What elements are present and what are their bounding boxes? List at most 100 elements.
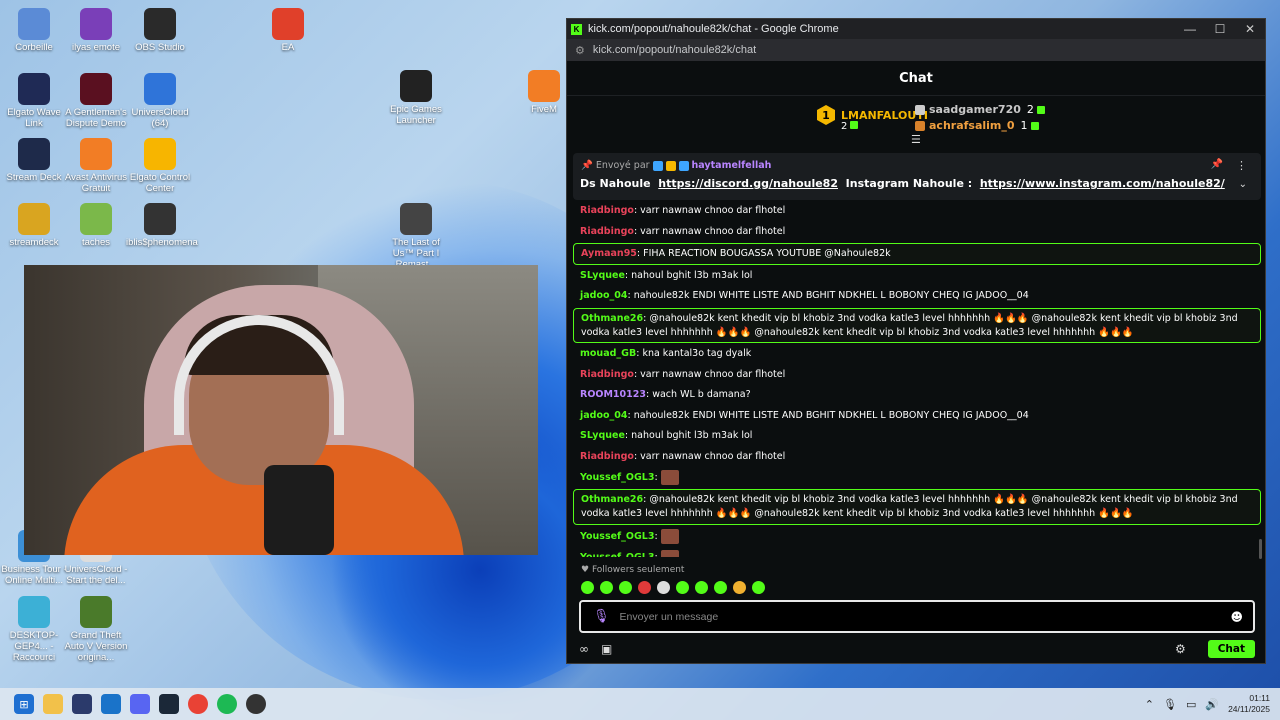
app-icon (18, 138, 50, 170)
emote-icon[interactable] (657, 581, 670, 594)
chrome-icon[interactable] (188, 694, 208, 714)
chat-username[interactable]: Youssef_OGL3 (580, 552, 654, 557)
unpin-icon[interactable]: 📌 (1211, 159, 1223, 170)
chat-username[interactable]: jadoo_04 (580, 410, 628, 421)
discord-link[interactable]: https://discord.gg/nahoule82 (658, 177, 838, 190)
volume-icon[interactable]: 🔊 (1205, 698, 1219, 711)
send-chat-button[interactable]: Chat (1207, 640, 1255, 658)
emote-icon (660, 549, 679, 557)
app-icon (144, 138, 176, 170)
chat-messages: Riadbingo: varr nawnaw chnoo dar flhotel… (573, 201, 1261, 557)
desktop-icon[interactable]: EA (254, 8, 322, 54)
app-icon (528, 70, 560, 102)
chat-input-box[interactable]: 🎙 ☻ (579, 600, 1255, 633)
points-infinity-icon[interactable]: ∞ (579, 642, 589, 656)
desktop-icon-label: Epic Games Launcher (390, 104, 442, 126)
windows-start-icon[interactable]: ⊞ (14, 694, 34, 714)
chat-username[interactable]: SLyquee (580, 270, 625, 281)
chat-username[interactable]: Riadbingo (580, 205, 634, 216)
gift-leaderboard: 1 LMANFALOUTI 2 saadgamer720 2 achrafsal… (567, 97, 1267, 149)
store-icon[interactable]: ▣ (601, 642, 612, 656)
desktop-icon[interactable]: Epic Games Launcher (382, 70, 450, 127)
chat-message-text: nahoul bghit l3b m3ak lol (631, 430, 753, 442)
scrollbar[interactable] (1259, 539, 1262, 559)
desktop-icon[interactable]: The Last of Us™ Part I Remast... (382, 203, 450, 271)
desktop-icon[interactable]: Elgato Wave Link (0, 73, 68, 130)
desktop-icon[interactable]: streamdeck (0, 203, 68, 249)
chat-message-input[interactable] (619, 610, 1231, 623)
chat-username[interactable]: jadoo_04 (580, 290, 628, 301)
chat-username[interactable]: ROOM10123 (580, 389, 646, 400)
desktop-icon[interactable]: taches (62, 203, 130, 249)
emote-icon[interactable] (600, 581, 613, 594)
chat-message-text: nahoul bghit l3b m3ak lol (631, 269, 753, 281)
minimize-button[interactable]: — (1175, 22, 1205, 36)
chat-username[interactable]: Othmane26 (581, 313, 643, 324)
chat-username[interactable]: mouad_GB (580, 348, 636, 359)
chat-username[interactable]: Aymaan95 (581, 248, 637, 259)
clock[interactable]: 01:11 24/11/2025 (1228, 693, 1270, 716)
emote-icon[interactable] (733, 581, 746, 594)
leaderboard-top[interactable]: 1 LMANFALOUTI 2 (817, 105, 928, 132)
desktop-icon[interactable]: Avast Antivirus Gratuit (62, 138, 130, 195)
quick-emotes (581, 581, 765, 594)
desktop-icon-label: Grand Theft Auto V Version origina... (64, 630, 128, 663)
collapse-leaderboard-icon[interactable]: ☰ (911, 133, 921, 146)
emote-icon[interactable] (581, 581, 594, 594)
microphone-icon[interactable]: 🎙 (593, 609, 610, 624)
discord-icon[interactable] (130, 694, 150, 714)
chat-message: Riadbingo: varr nawnaw chnoo dar flhotel (580, 368, 786, 380)
close-button[interactable]: ✕ (1235, 22, 1265, 36)
emote-icon[interactable] (714, 581, 727, 594)
emote-icon[interactable] (619, 581, 632, 594)
system-tray: ⌃ 🎙 ▭ 🔊 01:11 24/11/2025 (1145, 688, 1270, 720)
leaderboard-second[interactable]: saadgamer720 2 (915, 103, 1045, 116)
desktop-icon[interactable]: Corbeille (0, 8, 68, 54)
sent-by-label: Envoyé par (595, 160, 650, 171)
emote-icon[interactable] (695, 581, 708, 594)
maximize-button[interactable]: ☐ (1205, 22, 1235, 36)
desktop-icon[interactable]: Elgato Control Center (126, 138, 194, 195)
file-explorer-icon[interactable] (43, 694, 63, 714)
chat-username[interactable]: Youssef_OGL3 (580, 472, 654, 483)
store-icon[interactable] (72, 694, 92, 714)
emote-icon[interactable] (752, 581, 765, 594)
emoji-picker-icon[interactable]: ☻ (1230, 610, 1243, 624)
emote-icon[interactable] (638, 581, 651, 594)
desktop-icon[interactable]: ilyas emote (62, 8, 130, 54)
desktop-icon[interactable]: OBS Studio (126, 8, 194, 54)
pinned-sender[interactable]: haytamelfellah (692, 160, 772, 171)
desktop-icon[interactable]: iblis$phenomena (126, 203, 198, 249)
outlook-icon[interactable] (101, 694, 121, 714)
emote-icon[interactable] (676, 581, 689, 594)
leaderboard-third[interactable]: achrafsalim_0 1 (915, 119, 1039, 132)
settings-gear-icon[interactable]: ⚙ (1175, 642, 1186, 656)
chevron-down-icon[interactable]: ⌄ (1239, 179, 1247, 190)
desktop-icon[interactable]: Grand Theft Auto V Version origina... (62, 596, 130, 664)
microphone-icon[interactable]: 🎙 (1163, 698, 1177, 711)
app-icon (80, 138, 112, 170)
obs-icon[interactable] (246, 694, 266, 714)
desktop-icon[interactable]: Stream Deck (0, 138, 68, 184)
chat-username[interactable]: Youssef_OGL3 (580, 531, 654, 542)
steam-icon[interactable] (159, 694, 179, 714)
chat-username[interactable]: Riadbingo (580, 226, 634, 237)
display-icon[interactable]: ▭ (1186, 698, 1196, 711)
address-bar[interactable]: ⚙ kick.com/popout/nahoule82k/chat (567, 39, 1265, 61)
chat-message: Othmane26: @nahoule82k kent khedit vip b… (573, 307, 1261, 344)
desktop-icon[interactable]: DESKTOP-GEP4... - Raccourci (0, 596, 68, 664)
spotify-icon[interactable] (217, 694, 237, 714)
chat-username[interactable]: Riadbingo (580, 451, 634, 462)
chat-username[interactable]: Riadbingo (580, 369, 634, 380)
more-options-icon[interactable]: ⋮ (1236, 159, 1247, 172)
chat-message-text: @nahoule82k kent khedit vip bl khobiz 3n… (581, 494, 1238, 520)
instagram-link[interactable]: https://www.instagram.com/nahoule82/ (980, 177, 1225, 190)
desktop-icon[interactable]: UniversCloud (64) (126, 73, 194, 130)
chat-username[interactable]: SLyquee (580, 430, 625, 441)
clock-time: 01:11 (1249, 692, 1270, 703)
chat-username[interactable]: Othmane26 (581, 494, 643, 505)
site-settings-icon[interactable]: ⚙ (575, 44, 585, 57)
desktop-icon[interactable]: A Gentleman's Dispute Demo (62, 73, 130, 130)
desktop-icon-label: iblis$phenomena (126, 237, 198, 248)
chevron-up-icon[interactable]: ⌃ (1145, 698, 1154, 711)
